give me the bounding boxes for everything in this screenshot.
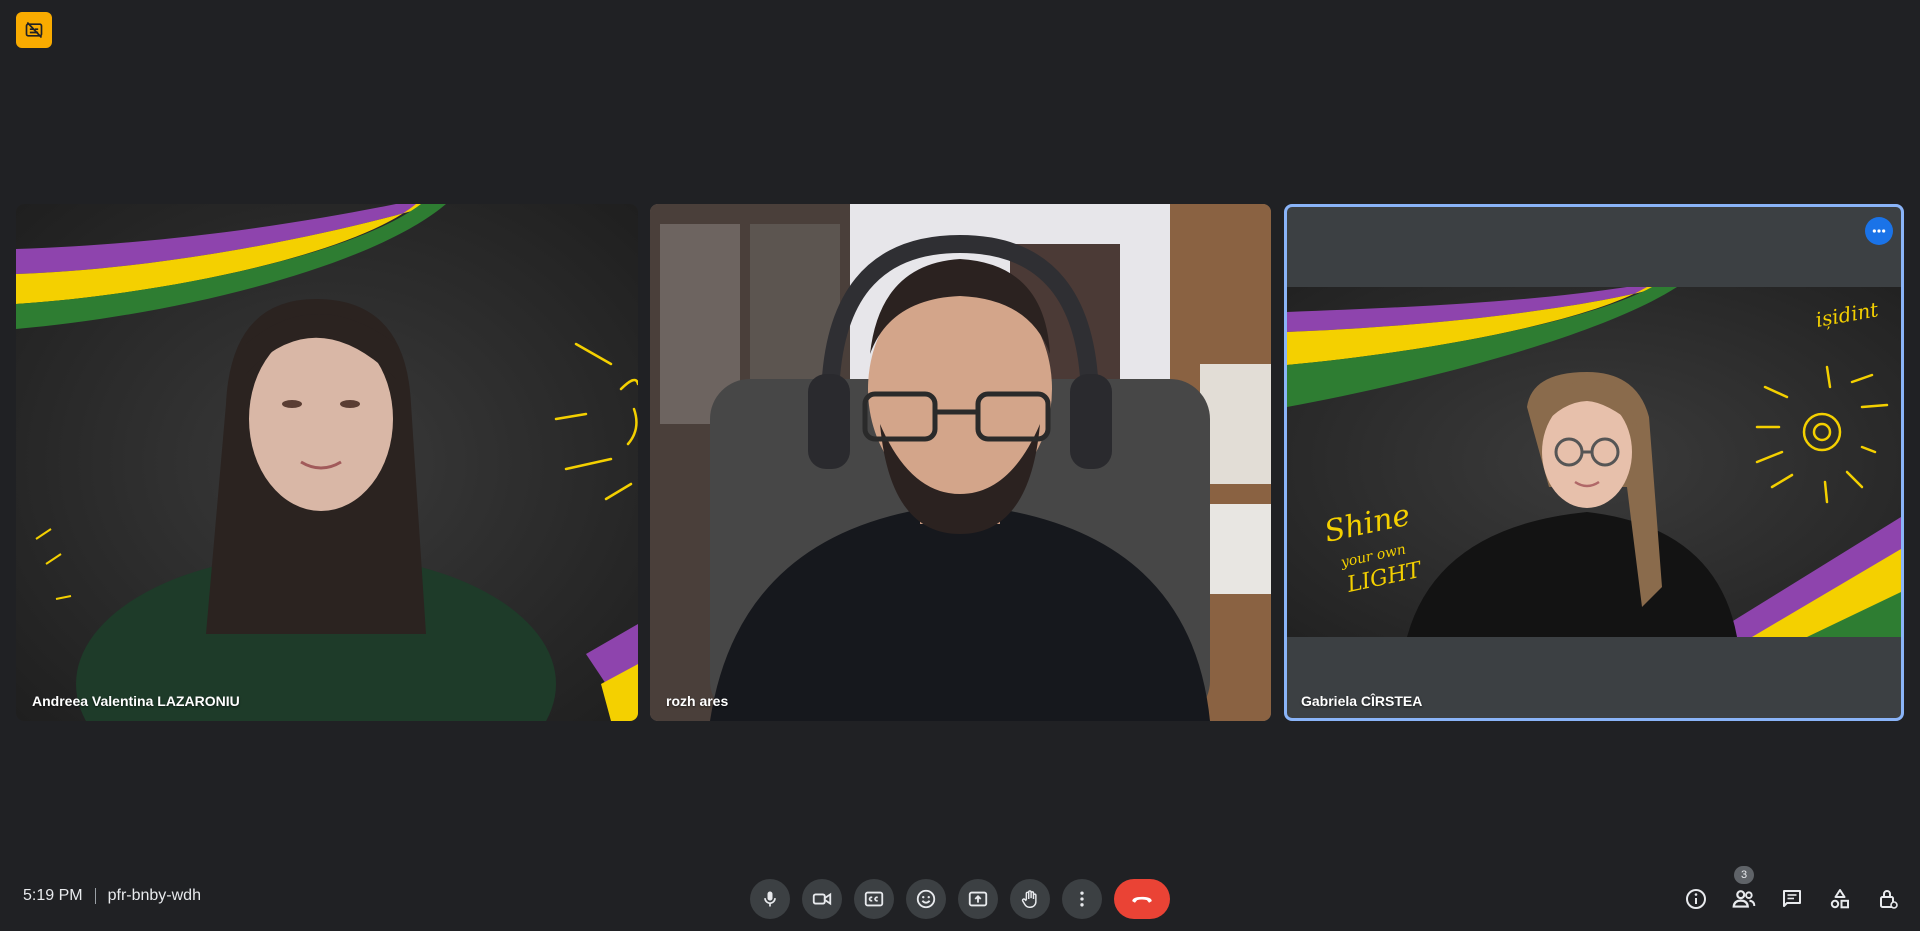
video-feed: Shine your own LIGHT ișidint [1287, 287, 1901, 637]
emoji-icon [916, 889, 936, 909]
call-controls [750, 879, 1170, 919]
participant-tile-2[interactable]: rozh ares [650, 204, 1271, 721]
microphone-icon [764, 891, 776, 907]
video-feed [16, 204, 638, 721]
host-controls-button[interactable] [1868, 879, 1908, 919]
more-vertical-icon [1080, 891, 1084, 907]
participant-tile-1[interactable]: Andreea Valentina LAZARONIU [16, 204, 638, 721]
tile-more-options-button[interactable] [1865, 217, 1893, 245]
present-screen-button[interactable] [958, 879, 998, 919]
meeting-tools: 3 [1676, 866, 1908, 919]
leave-call-button[interactable] [1114, 879, 1170, 919]
camera-button[interactable] [802, 879, 842, 919]
captions-off-icon [25, 21, 43, 39]
present-screen-icon [968, 891, 988, 907]
activities-icon [1830, 889, 1849, 909]
raise-hand-icon [1021, 890, 1037, 908]
activities-button[interactable] [1820, 879, 1860, 919]
emoji-reaction-button[interactable] [906, 879, 946, 919]
raise-hand-button[interactable] [1010, 879, 1050, 919]
microphone-button[interactable] [750, 879, 790, 919]
info-icon [1686, 889, 1706, 909]
participant-name: Gabriela CÎRSTEA [1301, 693, 1423, 709]
divider [94, 888, 96, 904]
more-horizontal-icon [1872, 229, 1886, 233]
captions-button[interactable] [854, 879, 894, 919]
video-feed [650, 204, 1271, 721]
participant-name: Andreea Valentina LAZARONIU [32, 693, 240, 709]
participant-tile-3-active[interactable]: Shine your own LIGHT ișidint Gabriela CÎ… [1284, 204, 1904, 721]
participant-name: rozh ares [666, 693, 729, 709]
clock-time: 5:19 PM [23, 887, 83, 904]
end-call-icon [1132, 896, 1152, 903]
captions-off-badge[interactable] [16, 12, 52, 48]
host-controls-icon [1880, 890, 1898, 909]
video-camera-icon [812, 892, 832, 906]
meeting-info: 5:19 PM pfr-bnby-wdh [23, 887, 201, 905]
people-button[interactable]: 3 [1724, 866, 1764, 919]
meeting-code[interactable]: pfr-bnby-wdh [108, 887, 201, 905]
people-count-badge: 3 [1734, 866, 1754, 884]
chat-button[interactable] [1772, 879, 1812, 919]
closed-captions-icon [864, 891, 884, 907]
more-options-button[interactable] [1062, 879, 1102, 919]
chat-icon [1783, 890, 1801, 907]
people-icon [1732, 890, 1756, 908]
meeting-details-button[interactable] [1676, 879, 1716, 919]
